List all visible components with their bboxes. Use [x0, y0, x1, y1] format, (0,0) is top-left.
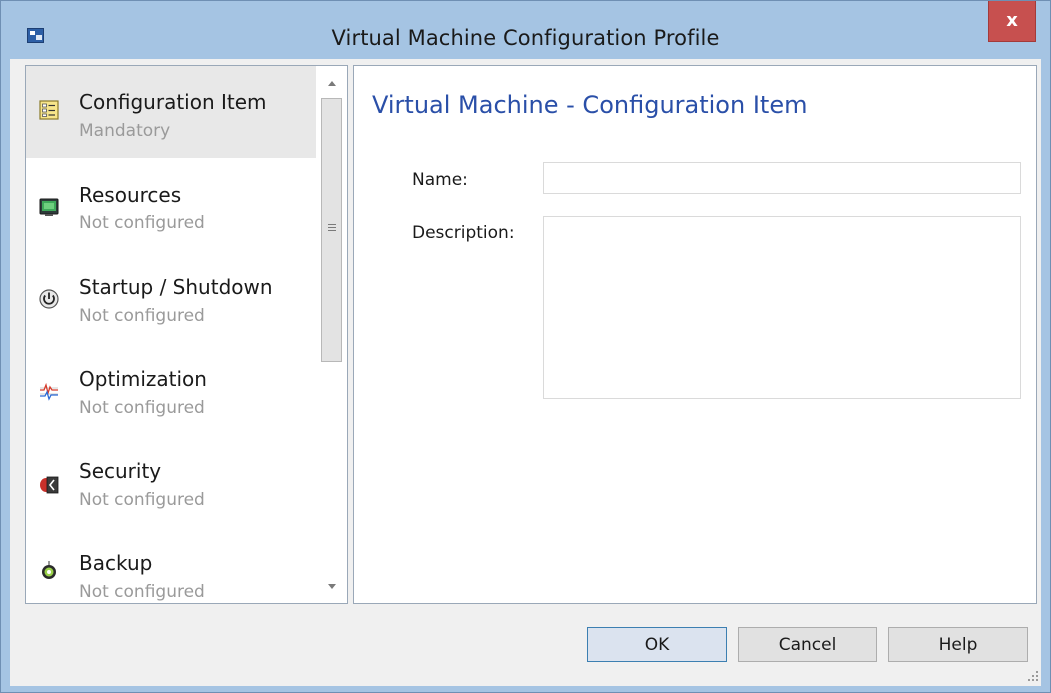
title-bar[interactable]: Virtual Machine Configuration Profile x	[1, 1, 1050, 59]
nav-item-title: Backup	[79, 551, 153, 575]
nav-item-security[interactable]: Security Not configured	[26, 435, 316, 527]
nav-item-status: Not configured	[79, 306, 205, 326]
nav-item-title: Resources	[79, 183, 182, 207]
nav-item-title: Security	[79, 459, 162, 483]
resize-grip-icon[interactable]	[1027, 671, 1039, 683]
scroll-down-arrow-icon[interactable]	[328, 584, 336, 589]
name-input[interactable]	[543, 162, 1021, 194]
nav-item-status: Not configured	[79, 490, 205, 510]
scroll-thumb[interactable]	[321, 98, 342, 362]
nav-item-backup[interactable]: Backup Not configured	[26, 527, 316, 619]
nav-item-status: Not configured	[79, 398, 205, 418]
power-icon	[39, 289, 59, 309]
ok-button[interactable]: OK	[587, 627, 727, 662]
configuration-item-icon	[39, 100, 59, 120]
nav-item-resources[interactable]: Resources Not configured	[26, 158, 316, 250]
window-title: Virtual Machine Configuration Profile	[331, 26, 720, 50]
dialog-window: Virtual Machine Configuration Profile x …	[0, 0, 1051, 693]
security-icon	[40, 476, 59, 494]
nav-item-status: Mandatory	[79, 121, 171, 141]
dialog-client-area: Configuration Item Mandatory Resources N…	[10, 59, 1041, 686]
nav-item-title: Startup / Shutdown	[79, 275, 273, 299]
description-label: Description:	[412, 223, 515, 243]
navigation-pane: Configuration Item Mandatory Resources N…	[25, 65, 348, 604]
scroll-grip-icon	[328, 224, 336, 233]
nav-item-optimization[interactable]: Optimization Not configured	[26, 343, 316, 435]
resources-monitor-icon	[39, 198, 59, 216]
backup-icon	[42, 561, 56, 579]
nav-scrollbar[interactable]	[317, 66, 347, 603]
name-label: Name:	[412, 170, 468, 190]
nav-item-configuration-item[interactable]: Configuration Item Mandatory	[26, 66, 316, 158]
content-pane: Virtual Machine - Configuration Item Nam…	[353, 65, 1037, 604]
scroll-up-arrow-icon[interactable]	[328, 81, 336, 86]
nav-item-status: Not configured	[79, 582, 205, 602]
nav-item-title: Optimization	[79, 367, 207, 391]
description-input[interactable]	[543, 216, 1021, 399]
nav-item-startup-shutdown[interactable]: Startup / Shutdown Not configured	[26, 251, 316, 343]
nav-item-title: Configuration Item	[79, 90, 267, 114]
help-button[interactable]: Help	[888, 627, 1028, 662]
nav-item-status: Not configured	[79, 213, 205, 233]
page-title: Virtual Machine - Configuration Item	[372, 91, 808, 119]
optimization-chart-icon	[40, 382, 58, 401]
close-button[interactable]: x	[988, 1, 1036, 42]
cancel-button[interactable]: Cancel	[738, 627, 877, 662]
